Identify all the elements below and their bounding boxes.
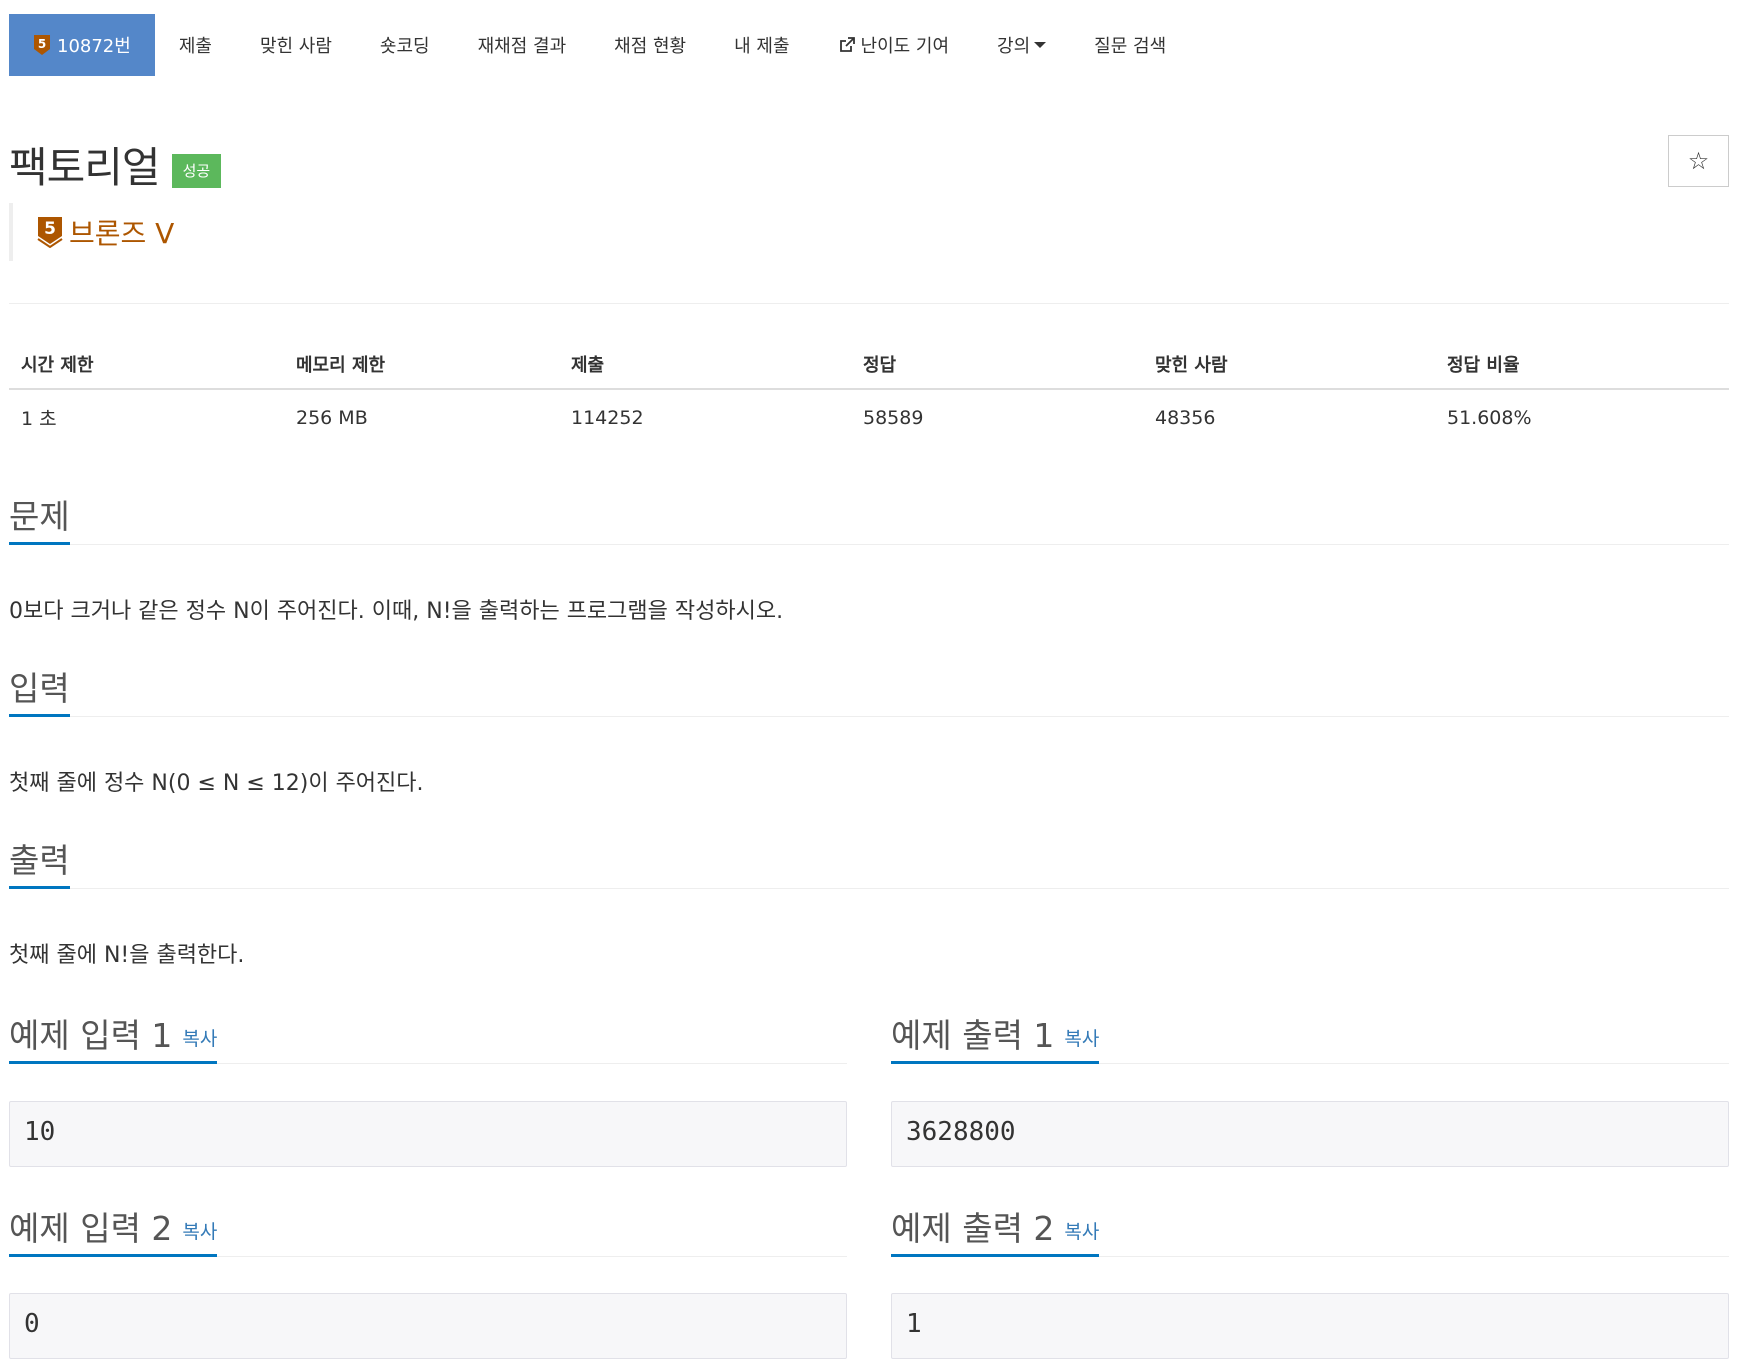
problem-nav-tabs: 5 10872번 제출 맞힌 사람 숏코딩 재채점 결과 채점 현황 내 제출 …: [9, 14, 1190, 76]
sample-input-2-title-text: 예제 입력 2: [9, 1209, 173, 1248]
tab-question-search[interactable]: 질문 검색: [1070, 14, 1190, 76]
description-title: 문제: [9, 493, 70, 545]
table-header-row: 시간 제한 메모리 제한 제출 정답 맞힌 사람 정답 비율: [9, 340, 1729, 390]
sample-input-2-heading: 예제 입력 2 복사: [9, 1205, 847, 1257]
time-limit-value: 1 초: [21, 408, 57, 430]
solved-users-value: 48356: [1155, 406, 1216, 429]
header-submissions: 제출: [559, 340, 851, 390]
sample-input-2-title: 예제 입력 2 복사: [9, 1205, 218, 1257]
tier-label[interactable]: 브론즈 V: [69, 212, 174, 252]
tab-difficulty-contribution[interactable]: 난이도 기여: [814, 14, 974, 76]
sample-output-1-title-text: 예제 출력 1: [891, 1016, 1055, 1055]
table-row: 1 초 256 MB 114252 58589 48356 51.608%: [9, 389, 1729, 445]
page-title: 팩토리얼: [9, 143, 161, 192]
copy-sample-output-1-button[interactable]: 복사: [1064, 1024, 1099, 1051]
tier-blockquote: 5 브론즈 V: [9, 203, 174, 261]
tab-lectures-label: 강의: [997, 36, 1031, 57]
description-title-text: 문제: [9, 497, 70, 536]
sample-output-1-heading: 예제 출력 1 복사: [891, 1012, 1729, 1064]
memory-limit-value: 256 MB: [296, 406, 368, 429]
sample-input-2-box[interactable]: 0: [9, 1293, 847, 1359]
tab-lectures-dropdown[interactable]: 강의: [973, 14, 1070, 76]
header-accept-ratio: 정답 비율: [1435, 340, 1729, 390]
divider: [9, 303, 1729, 304]
header-memory-limit: 메모리 제한: [284, 340, 559, 390]
output-text: 첫째 줄에 N!을 출력한다.: [9, 943, 245, 968]
copy-sample-input-1-button[interactable]: 복사: [182, 1024, 217, 1051]
header-time-limit: 시간 제한: [9, 340, 284, 390]
svg-text:5: 5: [44, 219, 56, 239]
input-title-text: 입력: [9, 669, 70, 708]
sample-input-1-title-text: 예제 입력 1: [9, 1016, 173, 1055]
tab-my-submissions[interactable]: 내 제출: [710, 14, 813, 76]
output-title: 출력: [9, 837, 70, 889]
accepted-value: 58589: [863, 406, 924, 429]
submissions-value: 114252: [571, 406, 644, 429]
bronze-tier-icon: 5: [37, 217, 63, 248]
tab-submit[interactable]: 제출: [155, 14, 236, 76]
accept-ratio-value: 51.608%: [1447, 406, 1532, 429]
tab-difficulty-contribution-label: 난이도 기여: [860, 36, 950, 57]
sample-input-1-box[interactable]: 10: [9, 1101, 847, 1167]
output-heading: 출력: [9, 837, 1729, 889]
svg-text:5: 5: [38, 37, 46, 51]
sample-output-2-heading: 예제 출력 2 복사: [891, 1205, 1729, 1257]
header-solved-users: 맞힌 사람: [1143, 340, 1435, 390]
tab-judge-status[interactable]: 채점 현황: [590, 14, 710, 76]
sample-output-1-title: 예제 출력 1 복사: [891, 1012, 1100, 1064]
sample-input-1-title: 예제 입력 1 복사: [9, 1012, 218, 1064]
sample-output-2-box[interactable]: 1: [891, 1293, 1729, 1359]
tab-problem[interactable]: 5 10872번: [9, 14, 155, 76]
status-badge: 성공: [171, 153, 222, 188]
input-heading: 입력: [9, 665, 1729, 717]
problem-info-table: 시간 제한 메모리 제한 제출 정답 맞힌 사람 정답 비율 1 초 256 M…: [9, 340, 1729, 445]
input-text: 첫째 줄에 정수 N(0 ≤ N ≤ 12)이 주어진다.: [9, 771, 424, 796]
output-title-text: 출력: [9, 841, 70, 880]
description-heading: 문제: [9, 493, 1729, 545]
input-title: 입력: [9, 665, 70, 717]
star-icon: ☆: [1687, 147, 1710, 175]
sample-input-1-heading: 예제 입력 1 복사: [9, 1012, 847, 1064]
sample-output-1-box[interactable]: 3628800: [891, 1101, 1729, 1167]
external-link-icon: [839, 37, 855, 52]
tab-problem-label: 10872번: [57, 36, 131, 57]
sample-output-2-title: 예제 출력 2 복사: [891, 1205, 1100, 1257]
description-text: 0보다 크거나 같은 정수 N이 주어진다. 이때, N!을 출력하는 프로그램…: [9, 599, 784, 624]
tab-rejudge-results[interactable]: 재채점 결과: [454, 14, 591, 76]
copy-sample-output-2-button[interactable]: 복사: [1064, 1217, 1099, 1244]
tab-short-coding[interactable]: 숏코딩: [356, 14, 454, 76]
problem-title-row: 팩토리얼 성공: [9, 134, 222, 195]
header-accepted: 정답: [851, 340, 1143, 390]
favorite-star-button[interactable]: ☆: [1668, 135, 1729, 187]
bronze-tier-icon: 5: [34, 35, 50, 55]
caret-down-icon: [1034, 42, 1047, 48]
sample-output-2-title-text: 예제 출력 2: [891, 1209, 1055, 1248]
copy-sample-input-2-button[interactable]: 복사: [182, 1217, 217, 1244]
tab-solved-users[interactable]: 맞힌 사람: [236, 14, 356, 76]
